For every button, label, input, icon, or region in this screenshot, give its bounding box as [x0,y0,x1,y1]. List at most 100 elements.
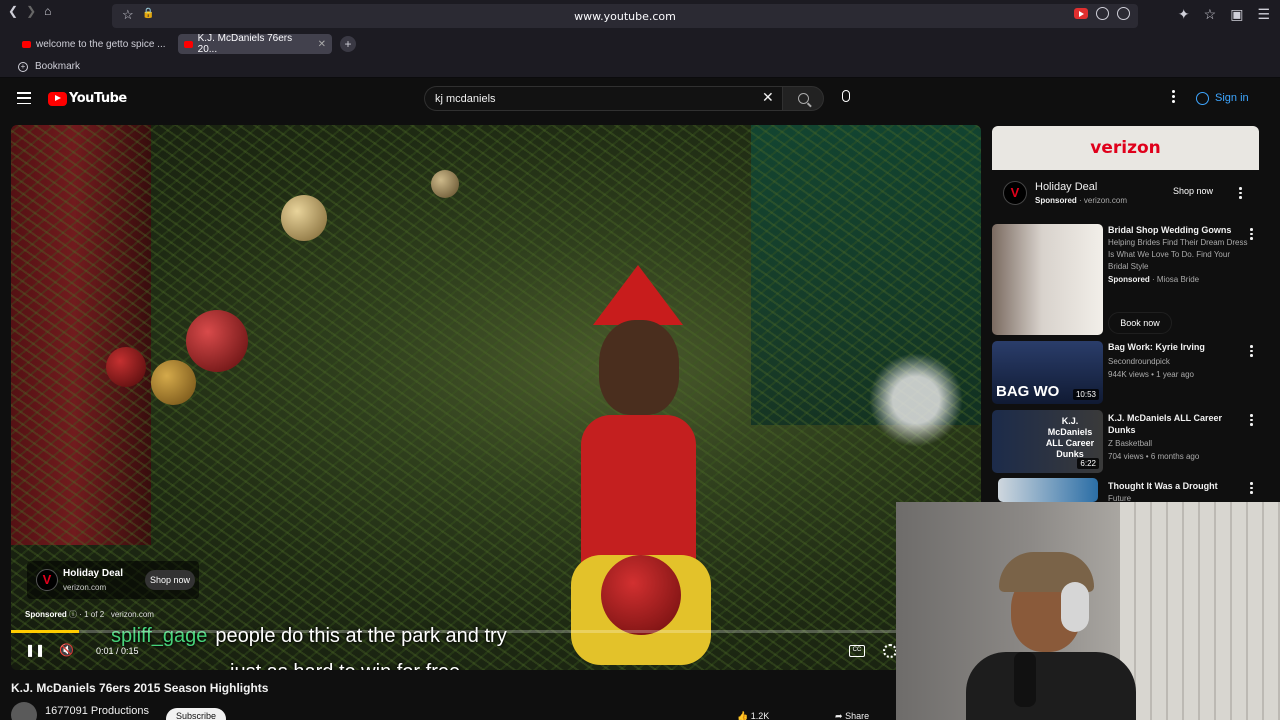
share-button[interactable]: ➦ Share [835,711,869,720]
rec-channel: Z Basketball [1108,439,1153,448]
streamer-microphone [1014,652,1036,707]
ornament [186,310,248,372]
elf-figure [571,225,711,665]
ad-domain-2[interactable]: verizon.com [111,610,154,619]
sidebar-ad-bridal[interactable]: Bridal Shop Wedding Gowns Helping Brides… [992,224,1262,338]
verizon-logo-icon: V [36,569,58,591]
rec-video[interactable]: Thought It Was a Drought Future [992,478,1262,503]
headphones [1061,582,1089,632]
video-player[interactable]: V Holiday Deal verizon.com Shop now Spon… [11,125,981,670]
youtube-extension-icon[interactable] [1074,8,1088,19]
share-icon: ➦ [835,711,843,720]
settings-gear-icon[interactable] [883,644,897,658]
streamer-body [966,652,1136,720]
sidebar-shop-now-button[interactable]: Shop now [1162,181,1224,201]
youtube-logo-text: YouTube [69,91,127,106]
snowflake-ornament [861,345,971,455]
tab-close-icon[interactable]: ✕ [318,39,326,50]
thumbnail-text: BAG WO [996,383,1060,400]
thumbs-up-icon: 👍 [737,711,749,720]
search-input[interactable]: kj mcdaniels [424,86,782,111]
video-title: K.J. McDaniels 76ers 2015 Season Highlig… [11,681,269,695]
rec-sponsor-line: Sponsored · Miosa Bride [1108,275,1200,284]
add-bookmark-icon: + [18,61,28,72]
channel-name[interactable]: 1677091 Productions [45,705,149,717]
youtube-favicon-icon [22,40,31,48]
tab-title: welcome to the getto spice ... [36,38,166,50]
closed-captions-icon[interactable]: CC [849,645,865,657]
info-icon[interactable]: ⓘ · [69,610,84,619]
rec-advertiser: Miosa Bride [1156,275,1200,284]
bookmark-star-icon[interactable]: ☆ [122,7,134,23]
sidebar-ad-banner[interactable]: verizon [992,126,1259,170]
rec-title: Bridal Shop Wedding Gowns [1108,225,1232,235]
youtube-header: YouTube kj mcdaniels ✕ Sign in [0,79,1280,119]
channel-avatar[interactable] [11,702,37,720]
youtube-logo[interactable]: YouTube [48,91,127,106]
ad-shop-now-button[interactable]: Shop now [145,570,195,590]
verizon-logo-icon: V [1003,181,1027,205]
address-text: www.youtube.com [574,9,676,23]
video-ad-card[interactable]: V Holiday Deal verizon.com Shop now [27,561,199,599]
sidebar-ad[interactable]: V Holiday Deal Sponsored · verizon.com S… [992,170,1259,214]
new-tab-button[interactable]: + [340,36,356,52]
rec-video[interactable]: BAG WO 10:53 Bag Work: Kyrie Irving Seco… [992,341,1262,405]
sign-in-label: Sign in [1215,92,1249,104]
window-blinds [1120,502,1280,720]
tab-kj-mcdaniels[interactable]: K.J. McDaniels 76ers 20... ✕ [178,33,332,55]
clear-search-icon[interactable]: ✕ [762,89,774,106]
share-label: Share [845,711,870,720]
like-button[interactable]: 👍 1.2K [737,711,769,720]
settings-more-icon[interactable] [1172,90,1175,103]
streamer-webcam-overlay [896,502,1280,720]
home-icon[interactable]: ⌂ [44,4,51,18]
ornament [281,195,327,241]
hamburger-menu-icon[interactable] [17,92,31,104]
bookmarks-star-icon[interactable]: ☆ [1204,6,1217,23]
forward-icon[interactable]: ❯ [26,4,36,18]
rec-thumbnail [998,478,1098,502]
rec-thumbnail: K.J. McDaniels ALL Career Dunks 6:22 [992,410,1103,473]
menu-icon[interactable]: ☰ [1257,6,1270,23]
more-options-icon[interactable] [1239,187,1242,199]
bookmark-label[interactable]: Bookmark [35,61,80,72]
like-count: 1.2K [750,711,770,720]
mute-icon[interactable]: 🔇 [59,643,74,657]
pause-icon[interactable]: ❚❚ [25,643,45,657]
browser-toolbar: ❮ ❯ ⌂ ☆ 🔒 www.youtube.com ✦ ☆ ▣ ☰ [0,0,1280,32]
ornament [431,170,459,198]
tab-title: K.J. McDaniels 76ers 20... [197,33,293,55]
more-options-icon[interactable] [1250,414,1253,426]
verizon-logo: verizon [1090,138,1161,158]
rec-video[interactable]: K.J. McDaniels ALL Career Dunks 6:22 K.J… [992,410,1262,474]
youtube-logo-icon [48,91,67,106]
back-icon[interactable]: ❮ [8,4,18,18]
subscribe-button[interactable]: Subscribe [166,708,226,720]
extensions-icon[interactable]: ✦ [1178,6,1190,23]
ad-count: 1 of 2 [84,610,105,619]
reload-icon[interactable] [1117,7,1130,20]
more-options-icon[interactable] [1250,482,1253,494]
duration-badge: 6:22 [1077,458,1099,469]
address-bar[interactable]: ☆ 🔒 www.youtube.com [112,4,1138,28]
book-now-button[interactable]: Book now [1108,312,1172,334]
ad-title: Holiday Deal [63,568,124,579]
search-query: kj mcdaniels [435,92,496,105]
sidebar-ad-title: Holiday Deal [1035,181,1098,193]
download-icon[interactable] [1096,7,1109,20]
sponsored-label: Sponsored [25,610,67,619]
screen: ❮ ❯ ⌂ ☆ 🔒 www.youtube.com ✦ ☆ ▣ ☰ welcom… [0,0,1280,720]
more-options-icon[interactable] [1250,228,1253,240]
progress-bar[interactable] [11,630,981,633]
bridal-thumbnail [992,224,1103,335]
tab-getto-spice[interactable]: welcome to the getto spice ... [16,34,172,54]
rec-meta: 944K views • 1 year ago [1108,370,1194,379]
microphone-icon[interactable] [842,90,850,102]
rec-meta: 704 views • 6 months ago [1108,452,1200,461]
time-display: 0:01 / 0:15 [96,646,139,656]
more-options-icon[interactable] [1250,345,1253,357]
search-button[interactable] [782,86,824,111]
player-controls: ❚❚ 🔇 0:01 / 0:15 CC [11,640,981,664]
sign-in-button[interactable]: Sign in [1196,87,1249,109]
tabs-icon[interactable]: ▣ [1230,6,1243,23]
